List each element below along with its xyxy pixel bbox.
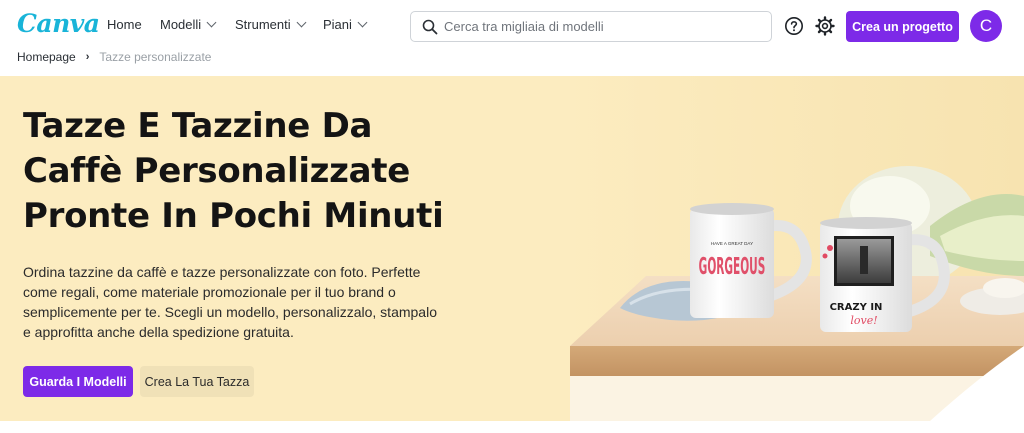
nav-home-label: Home [107,17,142,32]
mug-slogan-main: CRAZY IN [830,302,883,313]
search-icon [422,19,438,35]
breadcrumb-homepage[interactable]: Homepage [17,50,76,64]
create-project-button[interactable]: Crea un progetto [846,11,959,42]
browse-templates-button[interactable]: Guarda I Modelli [23,366,133,397]
nav-piani[interactable]: Piani [323,17,368,32]
chevron-down-icon [296,17,307,28]
hero-description: Ordina tazzine da caffè e tazze personal… [23,264,437,340]
mug-slogan-script: love! [850,314,877,327]
chevron-down-icon [206,17,217,28]
nav-piani-label: Piani [323,17,352,32]
search-input[interactable] [444,12,764,41]
mug-slogan-big: GORGEOUS [699,253,766,280]
page-title: Tazze E Tazzine Da Caffè Personalizzate … [23,106,444,236]
mugs-product-image: HAVE A GREAT DAY GORGEOUS CRAZY IN love! [560,76,1024,421]
help-icon[interactable] [783,15,805,37]
top-navigation-bar: Canva Home Modelli Strumenti Piani Cerca… [0,0,1024,52]
canva-logo[interactable]: Canva [17,9,100,38]
chevron-down-icon [357,17,368,28]
gear-icon[interactable] [814,15,836,37]
breadcrumb-current: Tazze personalizzate [99,50,212,64]
hero-banner: Tazze E Tazzine Da Caffè Personalizzate … [0,76,1024,421]
nav-modelli-label: Modelli [160,17,202,32]
nav-strumenti-label: Strumenti [235,17,291,32]
avatar[interactable]: C [970,10,1002,42]
breadcrumb: Homepage › Tazze personalizzate [17,50,211,64]
mug-slogan-small: HAVE A GREAT DAY [711,241,753,246]
breadcrumb-separator: › [85,51,90,63]
search-box[interactable] [410,11,772,42]
nav-modelli[interactable]: Modelli [160,17,217,32]
nav-strumenti[interactable]: Strumenti [235,17,307,32]
create-mug-button[interactable]: Crea La Tua Tazza [140,366,254,397]
nav-home[interactable]: Home [107,17,142,32]
